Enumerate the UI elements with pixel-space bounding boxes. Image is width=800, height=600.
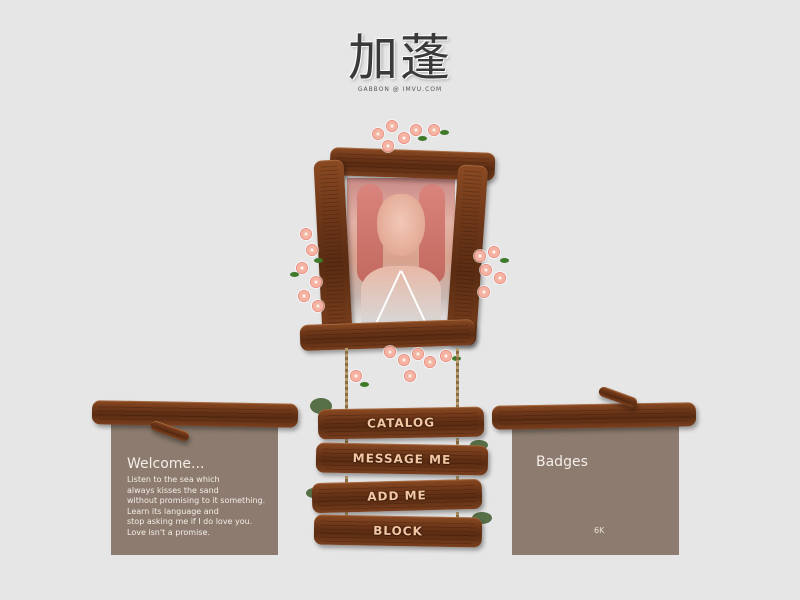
photo-shoulders bbox=[361, 266, 441, 326]
catalog-button-label: CATALOG bbox=[366, 415, 436, 431]
page-subtitle: GABBON @ IMVU.COM bbox=[357, 86, 443, 93]
add-me-button-label: ADD ME bbox=[367, 488, 427, 504]
badges-count: 6K bbox=[594, 526, 605, 535]
block-button-label: BLOCK bbox=[373, 523, 423, 539]
sign-rope-right bbox=[456, 348, 459, 410]
profile-photo[interactable] bbox=[347, 178, 455, 326]
photo-face bbox=[377, 194, 425, 256]
add-me-button[interactable]: ADD ME bbox=[311, 478, 483, 514]
message-me-button-label: MESSAGE ME bbox=[352, 451, 452, 467]
page-title: 加蓬 bbox=[348, 29, 452, 87]
welcome-panel: Welcome... Listen to the sea which alway… bbox=[111, 420, 278, 555]
badges-plank bbox=[491, 402, 697, 430]
catalog-button[interactable]: CATALOG bbox=[317, 406, 485, 440]
sign-rope-left bbox=[345, 348, 348, 410]
welcome-text: Listen to the sea which always kisses th… bbox=[127, 475, 266, 537]
welcome-heading: Welcome... bbox=[127, 456, 205, 472]
welcome-plank bbox=[91, 400, 299, 428]
badges-heading: Badges bbox=[536, 454, 588, 470]
message-me-button[interactable]: MESSAGE ME bbox=[315, 442, 489, 476]
badges-panel: Badges 6K bbox=[512, 420, 679, 555]
block-button[interactable]: BLOCK bbox=[313, 514, 483, 548]
